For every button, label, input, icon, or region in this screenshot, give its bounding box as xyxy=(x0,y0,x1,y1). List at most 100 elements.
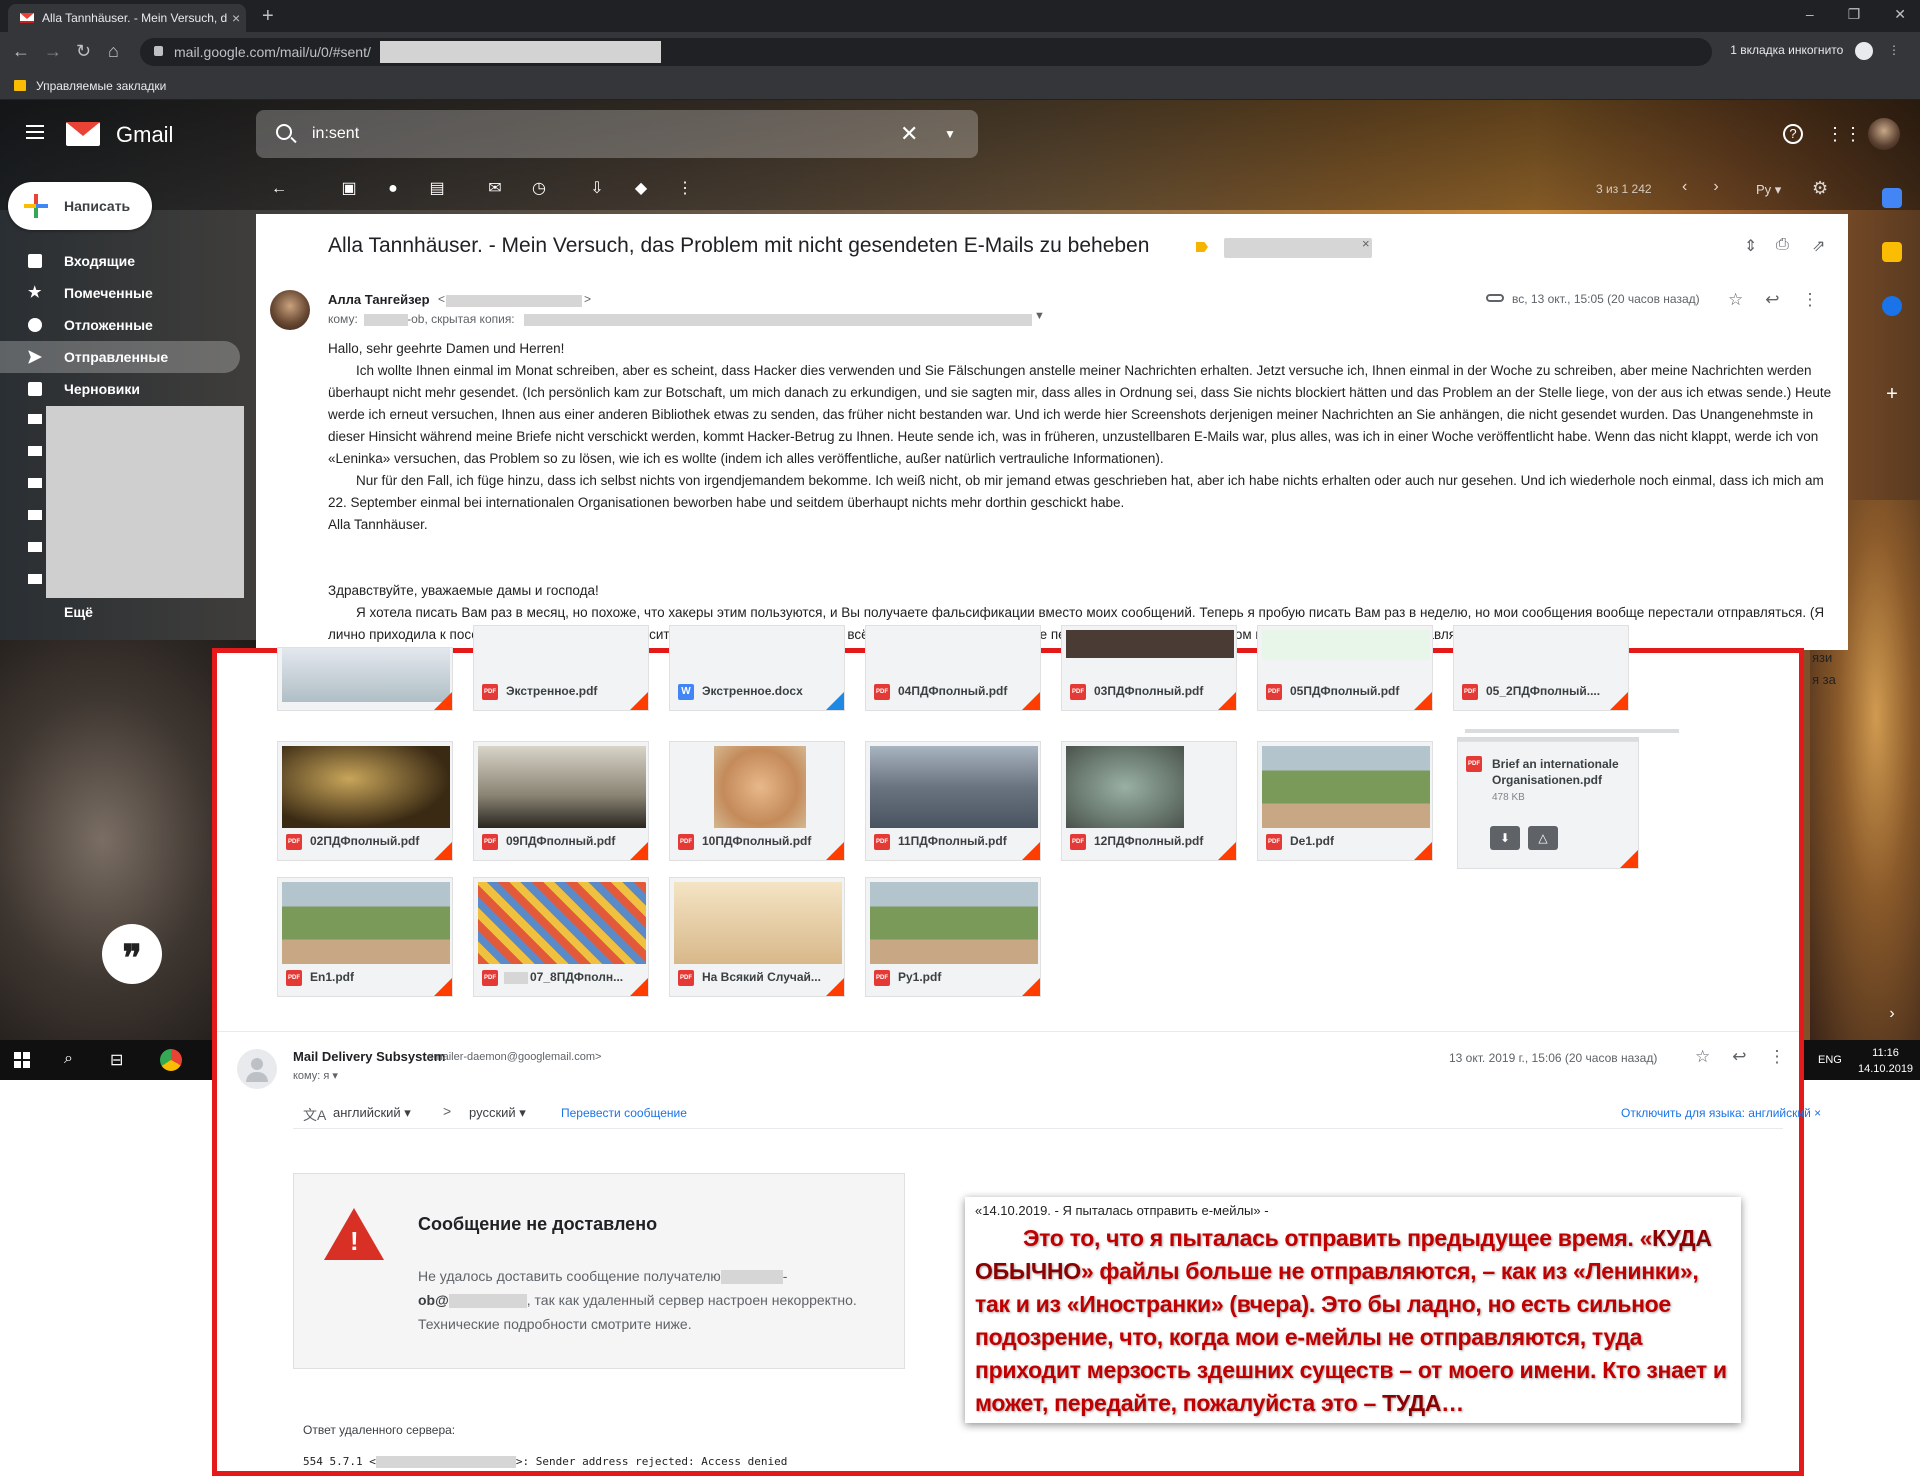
attachment-card[interactable]: PDF 10ПДФполный.pdf xyxy=(669,741,845,861)
reply-icon[interactable]: ↩ xyxy=(1732,1047,1746,1067)
attachment-card[interactable]: W Экстренное.docx xyxy=(669,625,845,711)
prev-page-icon[interactable]: ‹ xyxy=(1682,178,1687,196)
back-arrow-icon[interactable]: ← xyxy=(12,40,30,62)
sidebar-item-snoozed[interactable]: Отложенные xyxy=(0,309,240,341)
close-window-button[interactable]: ✕ xyxy=(1894,6,1906,23)
print-icon[interactable]: ⎙ xyxy=(1776,236,1789,254)
disable-translation-link[interactable]: Отключить для языка: английский × xyxy=(1621,1106,1821,1120)
sidebar-item-label: Отложенные xyxy=(64,317,153,333)
apps-grid-icon[interactable]: ⋮⋮ xyxy=(1826,124,1862,144)
add-addon-icon[interactable]: + xyxy=(1882,384,1902,404)
attachment-card[interactable]: PDF 04ПДФполный.pdf xyxy=(865,625,1041,711)
expand-panel-icon[interactable]: › xyxy=(1882,1004,1902,1024)
chrome-taskbar-icon[interactable] xyxy=(160,1049,182,1071)
sidebar-item-starred[interactable]: ★ Помеченные xyxy=(0,277,240,309)
reload-icon[interactable]: ↻ xyxy=(76,40,91,62)
taskbar-search-icon[interactable]: ⌕ xyxy=(64,1050,73,1068)
attachment-card-hover[interactable]: PDF Brief an internationale Organisation… xyxy=(1457,741,1639,869)
address-bar[interactable]: mail.google.com/mail/u/0/#sent/ xyxy=(140,38,1712,66)
sender-name[interactable]: Алла Тангейзер xyxy=(328,292,430,307)
attachment-thumbnail xyxy=(870,882,1038,964)
sidebar-item-inbox[interactable]: Входящие xyxy=(0,245,240,277)
task-view-icon[interactable]: ⊟ xyxy=(110,1050,123,1070)
attachments-scrollbar[interactable] xyxy=(1465,729,1679,733)
gmail-product-name[interactable]: Gmail xyxy=(116,122,173,148)
next-page-icon[interactable]: › xyxy=(1713,178,1718,196)
forward-arrow-icon[interactable]: → xyxy=(44,40,62,62)
settings-gear-icon[interactable]: ⚙ xyxy=(1812,178,1828,199)
remove-label-icon[interactable]: × xyxy=(1362,236,1370,251)
report-spam-icon[interactable]: ● xyxy=(384,180,402,198)
attachment-card[interactable]: PDF 09ПДФполный.pdf xyxy=(473,741,649,861)
tab-close-icon[interactable]: × xyxy=(232,4,240,32)
snooze-icon[interactable]: ◷ xyxy=(530,180,548,198)
attachment-card[interactable]: PDF En1.pdf xyxy=(277,877,453,997)
new-window-icon[interactable]: ⇗ xyxy=(1812,236,1825,256)
main-menu-icon[interactable] xyxy=(26,125,44,139)
attachment-card[interactable]: PDF На Всякий Случай... xyxy=(669,877,845,997)
attachment-card[interactable]: PDF 03ПДФполный.pdf xyxy=(1061,625,1237,711)
more-actions-icon[interactable]: ⋮ xyxy=(1802,290,1819,310)
keyboard-language[interactable]: ENG xyxy=(1818,1054,1842,1066)
more-actions-icon[interactable]: ⋮ xyxy=(1769,1047,1786,1067)
target-language-select[interactable]: русский ▾ xyxy=(469,1105,526,1121)
input-language-button[interactable]: Ру ▾ xyxy=(1756,182,1781,198)
incognito-indicator[interactable]: 1 вкладка инкогнито ⋮ xyxy=(1730,42,1900,60)
translate-message-link[interactable]: Перевести сообщение xyxy=(561,1106,687,1120)
minimize-button[interactable]: – xyxy=(1806,6,1814,23)
label-icon[interactable]: ◆ xyxy=(632,180,650,198)
collapse-all-icon[interactable]: ⇕ xyxy=(1744,236,1757,256)
attachment-card[interactable]: PDF 11ПДФполный.pdf xyxy=(865,741,1041,861)
account-avatar[interactable] xyxy=(1868,118,1900,150)
attachment-card[interactable]: PDF 02ПДФполный.pdf xyxy=(277,741,453,861)
bounce-recipients[interactable]: кому: я ▾ xyxy=(293,1069,338,1082)
attachment-card[interactable]: PDF 05ПДФполный.pdf xyxy=(1257,625,1433,711)
delete-icon[interactable]: ▤ xyxy=(428,180,446,198)
download-icon[interactable]: ⬇ xyxy=(1490,826,1520,850)
attachment-card[interactable]: PDF 05_2ПДФполный.... xyxy=(1453,625,1629,711)
browser-tab[interactable]: Alla Tannhäuser. - Mein Versuch, d × xyxy=(8,4,246,32)
attachment-card[interactable]: PDF 12ПДФполный.pdf xyxy=(1061,741,1237,861)
new-tab-button[interactable]: + xyxy=(262,4,274,28)
save-to-drive-icon[interactable]: △ xyxy=(1528,826,1558,850)
help-icon[interactable]: ? xyxy=(1783,124,1803,144)
attachment-card[interactable]: PDF 07_8ПДФполн... xyxy=(473,877,649,997)
tasks-icon[interactable] xyxy=(1882,296,1902,316)
bounce-sender-name[interactable]: Mail Delivery Subsystem xyxy=(293,1049,445,1064)
clear-search-icon[interactable]: ✕ xyxy=(900,110,918,158)
bounce-sender-avatar[interactable] xyxy=(237,1049,277,1089)
source-language-select[interactable]: английский ▾ xyxy=(333,1105,411,1121)
search-input[interactable]: in:sent ✕ ▼ xyxy=(256,110,978,158)
bookmarks-folder-label[interactable]: Управляемые закладки xyxy=(36,79,166,93)
attachment-card[interactable]: PDF Ру1.pdf xyxy=(865,877,1041,997)
back-icon[interactable]: ← xyxy=(270,180,288,198)
delivery-failure-text: Не удалось доставить сообщение получател… xyxy=(418,1264,858,1336)
keep-icon[interactable] xyxy=(1882,242,1902,262)
archive-icon[interactable]: ▣ xyxy=(340,180,358,198)
search-options-icon[interactable]: ▼ xyxy=(944,110,956,158)
more-icon[interactable]: ⋮ xyxy=(676,180,694,198)
calendar-icon[interactable] xyxy=(1882,188,1902,208)
attachment-card[interactable]: PDF Экстренное.pdf xyxy=(473,625,649,711)
attachment-card[interactable]: PDF De1.pdf xyxy=(1257,741,1433,861)
home-icon[interactable]: ⌂ xyxy=(108,40,119,62)
sidebar-more[interactable]: Ещё xyxy=(64,604,93,620)
sidebar-item-drafts[interactable]: Черновики xyxy=(0,373,240,405)
star-icon[interactable]: ☆ xyxy=(1695,1047,1710,1067)
attachment-card[interactable] xyxy=(277,647,453,711)
sender-avatar[interactable] xyxy=(270,290,310,330)
hangouts-quote-icon[interactable]: ❞ xyxy=(102,924,162,984)
importance-marker-icon[interactable] xyxy=(1196,242,1208,252)
windows-start-icon[interactable] xyxy=(14,1052,30,1068)
show-details-icon[interactable]: ▼ xyxy=(1034,310,1045,322)
star-icon[interactable]: ☆ xyxy=(1728,290,1743,310)
restore-button[interactable]: ❐ xyxy=(1848,6,1861,23)
reply-icon[interactable]: ↩ xyxy=(1765,290,1779,310)
browser-menu-icon[interactable]: ⋮ xyxy=(1888,43,1900,57)
move-to-icon[interactable]: ⇩ xyxy=(588,180,606,198)
compose-button[interactable]: Написать xyxy=(8,182,152,230)
taskbar-clock[interactable]: 11:16 14.10.2019 xyxy=(1858,1045,1913,1077)
search-icon[interactable] xyxy=(276,124,292,140)
mark-unread-icon[interactable]: ✉ xyxy=(486,180,504,198)
sidebar-item-sent[interactable]: Отправленные xyxy=(0,341,240,373)
